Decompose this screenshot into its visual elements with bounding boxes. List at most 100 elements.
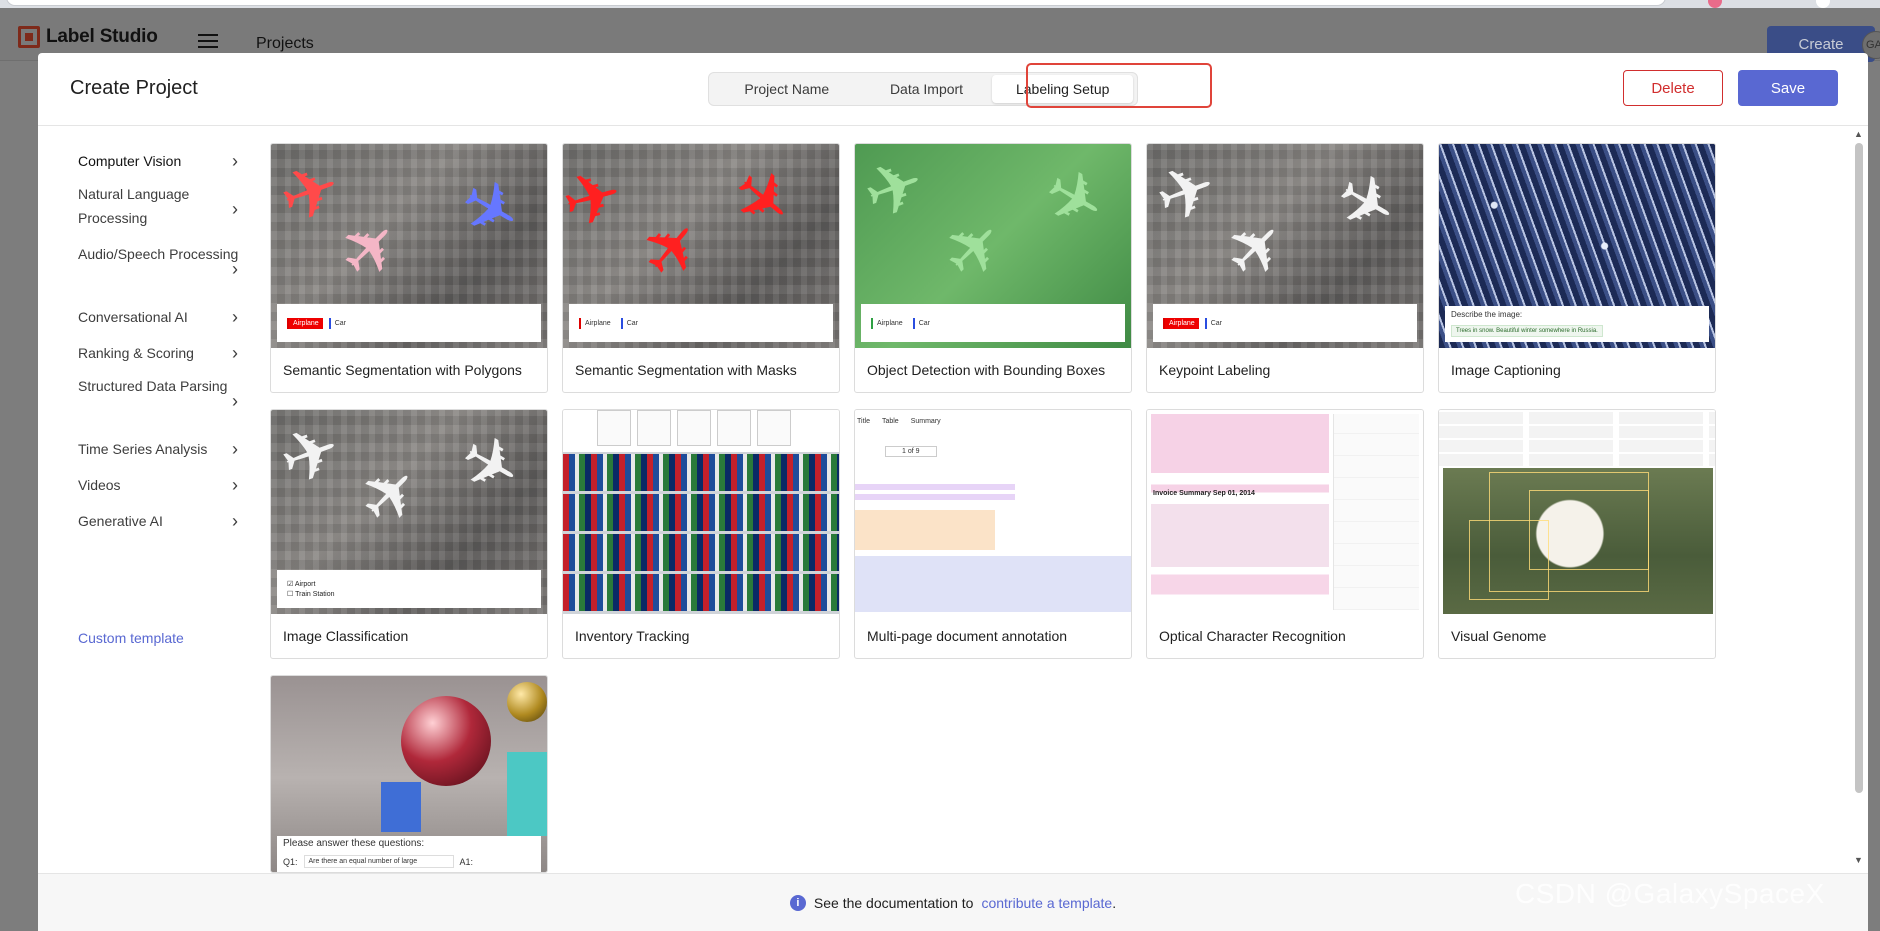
- template-thumbnail: ✈ ✈ ✈ Airplane Car: [563, 144, 839, 348]
- doc-tab: Summary: [910, 418, 941, 425]
- contribute-template-link[interactable]: contribute a template: [981, 895, 1112, 911]
- template-title: Semantic Segmentation with Masks: [575, 362, 797, 378]
- template-card[interactable]: Inventory Tracking: [562, 409, 840, 659]
- browser-toolbar: [0, 0, 1880, 8]
- airplane-icon: ✈: [1029, 150, 1120, 248]
- address-bar[interactable]: [6, 0, 1666, 6]
- footer-suffix: .: [1112, 894, 1117, 911]
- template-title: Image Classification: [283, 628, 409, 644]
- template-card[interactable]: Please answer these questions: Q1: Are t…: [270, 675, 548, 873]
- template-thumbnail: ✈ ✈ ✈ ☑ Airport ☐ Train Station: [271, 410, 547, 614]
- template-title: Visual Genome: [1451, 628, 1547, 644]
- modal-title: Create Project: [70, 77, 198, 99]
- template-title: Object Detection with Bounding Boxes: [867, 362, 1106, 378]
- scrollbar[interactable]: ▲ ▼: [1852, 129, 1866, 867]
- label-chip: Airplane: [871, 317, 907, 329]
- label-chip: Airplane: [1163, 317, 1199, 329]
- custom-template-link[interactable]: Custom template: [78, 630, 184, 646]
- sidebar-item-label: Structured Data Parsing: [78, 378, 228, 394]
- template-thumbnail: Title Table Summary 1 of 9: [855, 410, 1131, 614]
- sidebar-item-label: Ranking & Scoring: [78, 345, 194, 361]
- template-card[interactable]: Visual Genome: [1438, 409, 1716, 659]
- template-title: Semantic Segmentation with Polygons: [283, 362, 522, 378]
- doc-tab: Title: [857, 418, 870, 425]
- scroll-down-icon[interactable]: ▼: [1854, 855, 1863, 865]
- page-title: Projects: [256, 35, 314, 52]
- sidebar-item-conversational-ai[interactable]: Conversational AI ›: [70, 299, 250, 335]
- airplane-icon: ✈: [623, 201, 722, 297]
- create-project-modal: Create Project Project Name Data Import …: [38, 53, 1868, 931]
- chevron-right-icon: ›: [232, 475, 238, 495]
- ocr-heading: Invoice Summary Sep 01, 2014: [1153, 490, 1255, 497]
- airplane-icon: ✈: [1321, 154, 1412, 252]
- sphere-shape: [401, 696, 491, 786]
- cube-shape: [507, 752, 547, 836]
- logo-icon: [18, 26, 40, 48]
- sidebar-item-computer-vision[interactable]: Computer Vision ›: [70, 143, 250, 179]
- label-chip: Car: [328, 317, 350, 329]
- template-title: Inventory Tracking: [575, 628, 690, 644]
- tab-labeling-setup[interactable]: Labeling Setup: [992, 75, 1133, 103]
- sidebar-item-structured-data[interactable]: Structured Data Parsing ›: [70, 371, 250, 431]
- scroll-thumb[interactable]: [1855, 143, 1863, 793]
- sidebar-item-label: Natural Language Processing: [78, 186, 190, 226]
- sidebar-item-time-series[interactable]: Time Series Analysis ›: [70, 431, 250, 467]
- template-card[interactable]: Describe the image: Trees in snow. Beauti…: [1438, 143, 1716, 393]
- qa-header: Please answer these questions:: [283, 838, 425, 849]
- sidebar-item-label: Generative AI: [78, 513, 163, 529]
- airplane-icon: ✈: [445, 160, 536, 258]
- airplane-icon: ✈: [271, 146, 352, 240]
- sidebar-item-generative-ai[interactable]: Generative AI ›: [70, 503, 250, 539]
- tab-project-name[interactable]: Project Name: [713, 75, 861, 103]
- chevron-right-icon: ›: [232, 199, 238, 219]
- airplane-icon: ✈: [271, 410, 352, 502]
- template-card[interactable]: ✈ ✈ ✈ ☑ Airport ☐ Train Station Image Cl…: [270, 409, 548, 659]
- caption-answer: Trees in snow. Beautiful winter somewher…: [1451, 325, 1603, 337]
- chevron-right-icon: ›: [232, 511, 238, 531]
- sidebar-item-nlp[interactable]: Natural Language Processing ›: [70, 179, 250, 239]
- template-card[interactable]: ✈ ✈ ✈ Airplane Car Semantic Segmentation …: [270, 143, 548, 393]
- template-thumbnail: Describe the image: Trees in snow. Beauti…: [1439, 144, 1715, 348]
- chevron-right-icon: ›: [232, 343, 238, 363]
- chevron-right-icon: ›: [232, 259, 238, 279]
- template-thumbnail: Invoice Summary Sep 01, 2014: [1147, 410, 1423, 614]
- airplane-icon: ✈: [342, 446, 439, 544]
- template-thumbnail: [1439, 410, 1715, 614]
- template-title: Image Captioning: [1451, 362, 1561, 378]
- template-thumbnail: [563, 410, 839, 614]
- save-button[interactable]: Save: [1738, 70, 1838, 106]
- profile-icon[interactable]: [1816, 0, 1830, 8]
- airplane-icon: ✈: [855, 144, 936, 236]
- sidebar-item-ranking-scoring[interactable]: Ranking & Scoring ›: [70, 335, 250, 371]
- template-title: Keypoint Labeling: [1159, 362, 1271, 378]
- question-text: Are there an equal number of large: [303, 855, 454, 868]
- wizard-tabs: Project Name Data Import Labeling Setup: [708, 72, 1138, 106]
- sidebar-item-videos[interactable]: Videos ›: [70, 467, 250, 503]
- info-icon: i: [789, 894, 806, 911]
- tab-data-import[interactable]: Data Import: [861, 75, 993, 103]
- label-chip: Car: [912, 317, 934, 329]
- template-card[interactable]: ✈ ✈ ✈ Airplane Car Keypoint Labeling: [1146, 143, 1424, 393]
- sidebar-item-label: Conversational AI: [78, 309, 188, 325]
- chevron-right-icon: ›: [232, 151, 238, 171]
- sidebar-item-audio-speech[interactable]: Audio/Speech Processing ›: [70, 239, 250, 299]
- template-card[interactable]: Invoice Summary Sep 01, 2014 Optical Cha…: [1146, 409, 1424, 659]
- template-thumbnail: Please answer these questions: Q1: Are t…: [271, 676, 547, 872]
- template-thumbnail: ✈ ✈ ✈ Airplane Car: [855, 144, 1131, 348]
- sidebar-item-label: Computer Vision: [78, 153, 182, 169]
- delete-button[interactable]: Delete: [1623, 70, 1723, 106]
- airplane-icon: ✈: [1147, 146, 1228, 240]
- scroll-up-icon[interactable]: ▲: [1854, 129, 1863, 139]
- template-card[interactable]: ✈ ✈ ✈ Airplane Car Object Detection with …: [854, 143, 1132, 393]
- label-chip: Car: [1204, 317, 1226, 329]
- template-card[interactable]: Title Table Summary 1 of 9 Multi-page do…: [854, 409, 1132, 659]
- template-card[interactable]: ✈ ✈ ✈ Airplane Car Semantic Segmentation …: [562, 143, 840, 393]
- extension-icon[interactable]: [1708, 0, 1722, 8]
- app-logo[interactable]: Label Studio: [18, 26, 158, 48]
- menu-icon[interactable]: [198, 34, 218, 48]
- chevron-right-icon: ›: [232, 439, 238, 459]
- watermark: CSDN @GalaxySpaceX: [1515, 878, 1825, 909]
- question-label: Q1:: [283, 856, 298, 867]
- doc-tab: Table: [881, 418, 899, 425]
- airplane-icon: ✈: [926, 200, 1023, 298]
